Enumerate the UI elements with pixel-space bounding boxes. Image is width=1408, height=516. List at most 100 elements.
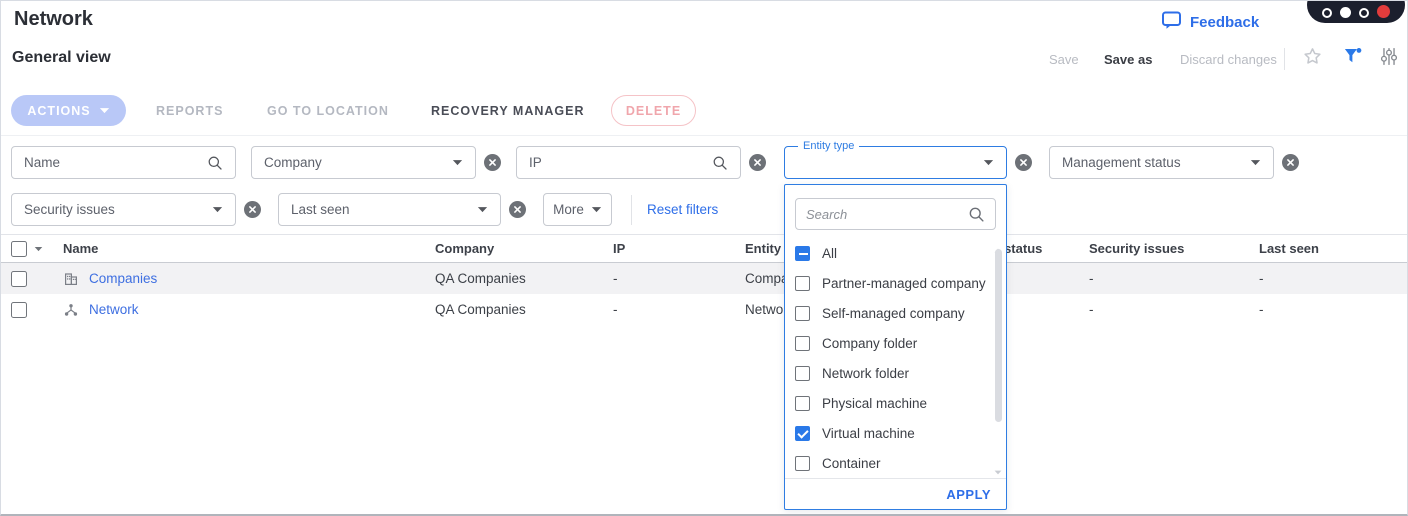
company-filter-label: Company <box>264 155 322 170</box>
row-company: QA Companies <box>435 271 526 286</box>
column-header-security-issues[interactable]: Security issues <box>1089 241 1259 256</box>
favorite-star-icon[interactable] <box>1303 47 1323 67</box>
clear-x-icon <box>244 201 261 218</box>
option-network-folder[interactable]: Network folder <box>785 358 1006 388</box>
management-status-filter-clear-button[interactable] <box>1282 154 1299 171</box>
option-checkbox[interactable] <box>795 245 810 261</box>
recovery-manager-button[interactable]: RECOVERY MANAGER <box>431 95 585 126</box>
table-row[interactable]: Network QA Companies - Networ - - <box>1 294 1407 325</box>
option-company-folder[interactable]: Company folder <box>785 328 1006 358</box>
ip-filter-input[interactable]: IP <box>516 146 741 179</box>
row-name-link[interactable]: Companies <box>89 271 157 286</box>
recorder-dot-icon <box>1340 7 1351 18</box>
last-seen-filter-label: Last seen <box>291 202 350 217</box>
search-icon <box>208 156 222 170</box>
filter-funnel-icon[interactable] <box>1343 47 1363 67</box>
row-company: QA Companies <box>435 302 526 317</box>
network-tree-icon <box>64 303 78 316</box>
chevron-down-icon <box>212 207 223 213</box>
management-status-filter-dropdown[interactable]: Management status <box>1049 146 1274 179</box>
row-checkbox[interactable] <box>11 270 27 287</box>
toolbar-divider <box>1 135 1407 136</box>
entities-table: Name Company IP Entity type Management s… <box>1 234 1407 325</box>
name-filter-input[interactable]: Name <box>11 146 236 179</box>
chevron-down-icon <box>477 207 488 213</box>
search-icon <box>713 156 727 170</box>
chevron-down-icon <box>1250 160 1261 166</box>
column-settings-sliders-icon[interactable] <box>1380 47 1400 67</box>
option-container[interactable]: Container <box>785 448 1006 478</box>
save-button[interactable]: Save <box>1049 52 1079 67</box>
selection-header-cell <box>11 240 63 257</box>
option-checkbox[interactable] <box>795 305 810 321</box>
clear-x-icon <box>1282 154 1299 171</box>
company-filter-dropdown[interactable]: Company <box>251 146 476 179</box>
option-checkbox[interactable] <box>795 335 810 351</box>
ip-filter-clear-button[interactable] <box>749 154 766 171</box>
column-header-company[interactable]: Company <box>435 241 613 256</box>
row-last-seen: - <box>1259 302 1264 317</box>
reset-filters-link[interactable]: Reset filters <box>647 202 718 217</box>
entity-type-dropdown-panel: All Partner-managed company Self-managed… <box>784 184 1007 510</box>
security-issues-filter-dropdown[interactable]: Security issues <box>11 193 236 226</box>
last-seen-filter-dropdown[interactable]: Last seen <box>278 193 501 226</box>
select-all-checkbox[interactable] <box>11 240 27 257</box>
more-filters-dropdown[interactable]: More <box>543 193 612 226</box>
reports-button[interactable]: REPORTS <box>156 95 223 126</box>
company-filter-clear-button[interactable] <box>484 154 501 171</box>
column-header-ip[interactable]: IP <box>613 241 745 256</box>
filter-row-1: Name Company IP Entity type Management s… <box>11 139 1299 179</box>
page-title: Network <box>14 8 93 30</box>
row-security-issues: - <box>1089 302 1094 317</box>
option-physical-machine[interactable]: Physical machine <box>785 388 1006 418</box>
security-issues-filter-clear-button[interactable] <box>244 201 261 218</box>
recorder-ring-icon <box>1359 8 1369 18</box>
option-self-managed-company[interactable]: Self-managed company <box>785 298 1006 328</box>
record-red-dot-icon <box>1377 5 1390 18</box>
entity-type-option-list: All Partner-managed company Self-managed… <box>785 238 1006 478</box>
ip-filter-placeholder: IP <box>529 155 542 170</box>
option-checkbox[interactable] <box>795 275 810 291</box>
table-row[interactable]: Companies QA Companies - Compa - - <box>1 263 1407 294</box>
option-checkbox[interactable] <box>795 365 810 381</box>
option-virtual-machine[interactable]: Virtual machine <box>785 418 1006 448</box>
recorder-ring-icon <box>1322 8 1332 18</box>
screen-recorder-widget[interactable] <box>1307 1 1405 23</box>
option-checkbox[interactable] <box>795 455 810 471</box>
dropdown-footer: APPLY <box>785 478 1006 509</box>
chevron-down-icon <box>983 160 994 166</box>
feedback-label: Feedback <box>1190 13 1260 31</box>
entity-type-filter-clear-button[interactable] <box>1015 154 1032 171</box>
feedback-button[interactable]: Feedback <box>1161 10 1259 34</box>
selection-menu-caret-icon[interactable] <box>34 246 43 252</box>
search-icon <box>969 207 984 222</box>
discard-changes-button[interactable]: Discard changes <box>1180 52 1277 67</box>
scrollbar-thumb[interactable] <box>995 249 1002 422</box>
network-page: Network Feedback General view Save Save … <box>0 0 1408 516</box>
column-header-last-seen[interactable]: Last seen <box>1259 241 1407 256</box>
entity-type-filter-dropdown[interactable]: Entity type <box>784 139 1007 179</box>
dropdown-search-input[interactable] <box>806 206 962 222</box>
view-controls-divider <box>1284 48 1285 70</box>
delete-button[interactable]: DELETE <box>611 95 696 126</box>
actions-button[interactable]: ACTIONS <box>11 95 126 126</box>
save-as-button[interactable]: Save as <box>1104 52 1152 67</box>
chevron-down-icon <box>452 160 463 166</box>
row-ip: - <box>613 302 618 317</box>
go-to-location-button[interactable]: GO TO LOCATION <box>267 95 389 126</box>
delete-label: DELETE <box>625 103 682 118</box>
option-checkbox[interactable] <box>795 395 810 411</box>
last-seen-filter-clear-button[interactable] <box>509 201 526 218</box>
more-filters-label: More <box>553 202 584 217</box>
column-header-name[interactable]: Name <box>63 241 435 256</box>
row-name-link[interactable]: Network <box>89 302 139 317</box>
option-all[interactable]: All <box>785 238 1006 268</box>
buildings-icon <box>64 272 77 285</box>
row-checkbox[interactable] <box>11 301 27 318</box>
option-partner-managed-company[interactable]: Partner-managed company <box>785 268 1006 298</box>
option-checkbox[interactable] <box>795 425 810 441</box>
row-security-issues: - <box>1089 271 1094 286</box>
clear-x-icon <box>509 201 526 218</box>
apply-button[interactable]: APPLY <box>946 487 991 502</box>
dropdown-search-field[interactable] <box>795 198 996 230</box>
